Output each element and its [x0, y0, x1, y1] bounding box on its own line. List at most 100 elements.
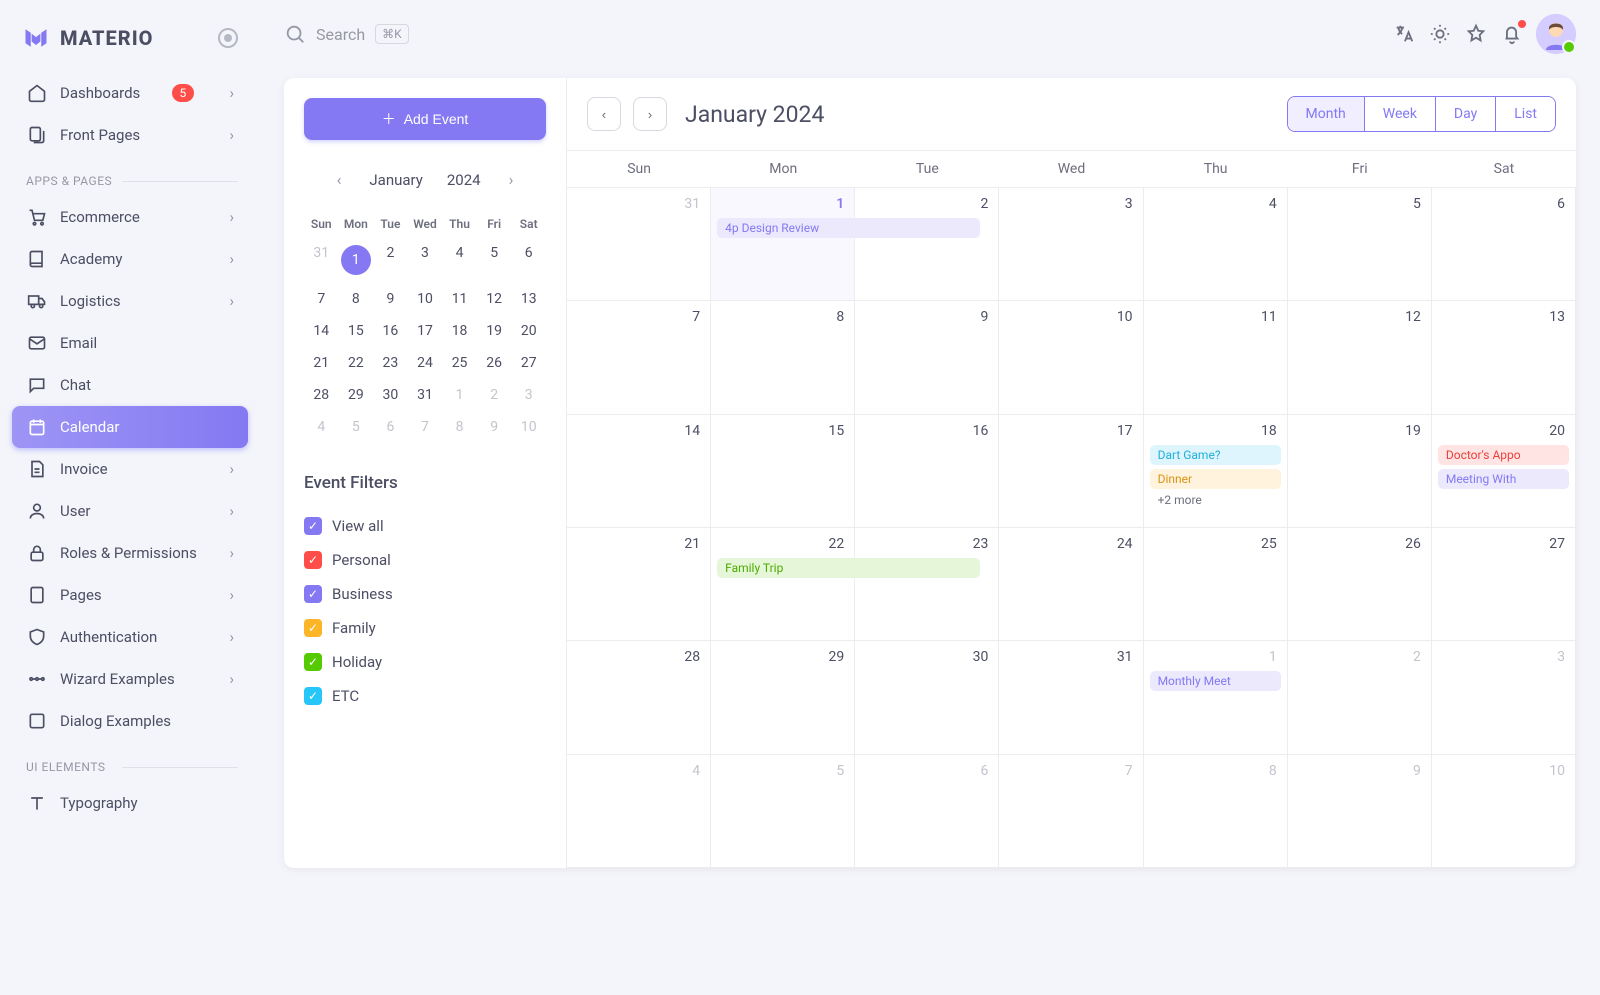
nav-typography[interactable]: Typography [12, 782, 248, 824]
calendar-cell[interactable]: 18Dart Game?Dinner+2 more [1144, 415, 1288, 528]
add-event-button[interactable]: ＋ Add Event [304, 98, 546, 140]
mini-day[interactable]: 24 [408, 347, 443, 379]
calendar-cell[interactable]: 13 [1432, 301, 1576, 414]
mini-year[interactable]: 2024 [447, 171, 481, 189]
nav-chat[interactable]: Chat [12, 364, 248, 406]
view-list[interactable]: List [1495, 97, 1555, 131]
mini-day[interactable]: 27 [511, 347, 546, 379]
brand-row[interactable]: MATERIO [12, 16, 248, 72]
mini-day[interactable]: 4 [304, 411, 339, 443]
calendar-cell[interactable]: 6 [1432, 188, 1576, 301]
calendar-cell[interactable]: 14 [567, 415, 711, 528]
mini-day[interactable]: 29 [339, 379, 374, 411]
view-day[interactable]: Day [1435, 97, 1495, 131]
filter-personal[interactable]: ✓Personal [304, 543, 546, 577]
mini-day[interactable]: 30 [373, 379, 408, 411]
nav-invoice[interactable]: Invoice › [12, 448, 248, 490]
calendar-cell[interactable]: 12 [1288, 301, 1432, 414]
nav-ecommerce[interactable]: Ecommerce › [12, 196, 248, 238]
mini-day[interactable]: 5 [477, 237, 512, 283]
bell-icon[interactable] [1500, 22, 1524, 46]
mini-day[interactable]: 10 [511, 411, 546, 443]
calendar-cell[interactable]: 25 [1144, 528, 1288, 641]
mini-day[interactable]: 2 [477, 379, 512, 411]
calendar-cell[interactable]: 3 [999, 188, 1143, 301]
calendar-cell[interactable]: 22Family Trip [711, 528, 855, 641]
calendar-cell[interactable]: 29 [711, 641, 855, 754]
mini-day[interactable]: 15 [339, 315, 374, 347]
star-icon[interactable] [1464, 22, 1488, 46]
filter-business[interactable]: ✓Business [304, 577, 546, 611]
calendar-cell[interactable]: 2 [1288, 641, 1432, 754]
theme-icon[interactable] [1428, 22, 1452, 46]
calendar-event[interactable]: Family Trip [717, 558, 980, 578]
prev-button[interactable]: ‹ [587, 97, 621, 131]
calendar-cell[interactable]: 26 [1288, 528, 1432, 641]
calendar-cell[interactable]: 5 [1288, 188, 1432, 301]
nav-wizard[interactable]: Wizard Examples › [12, 658, 248, 700]
calendar-cell[interactable]: 9 [1288, 755, 1432, 868]
mini-day[interactable]: 6 [511, 237, 546, 283]
mini-day[interactable]: 2 [373, 237, 408, 283]
nav-logistics[interactable]: Logistics › [12, 280, 248, 322]
nav-pages[interactable]: Pages › [12, 574, 248, 616]
calendar-cell[interactable]: 14p Design Review [711, 188, 855, 301]
mini-day[interactable]: 21 [304, 347, 339, 379]
language-icon[interactable] [1392, 22, 1416, 46]
mini-day[interactable]: 20 [511, 315, 546, 347]
calendar-cell[interactable]: 27 [1432, 528, 1576, 641]
calendar-cell[interactable]: 10 [999, 301, 1143, 414]
filter-view-all[interactable]: ✓View all [304, 509, 546, 543]
mini-day[interactable]: 9 [477, 411, 512, 443]
nav-dashboards[interactable]: Dashboards 5 › [12, 72, 248, 114]
mini-day[interactable]: 28 [304, 379, 339, 411]
calendar-event[interactable]: Doctor's Appo [1438, 445, 1569, 465]
mini-day[interactable]: 8 [339, 283, 374, 315]
mini-prev-icon[interactable]: ‹ [333, 166, 346, 193]
nav-user[interactable]: User › [12, 490, 248, 532]
calendar-cell[interactable]: 4 [567, 755, 711, 868]
mini-day[interactable]: 9 [373, 283, 408, 315]
calendar-cell[interactable]: 21 [567, 528, 711, 641]
calendar-event[interactable]: Dinner [1150, 469, 1281, 489]
mini-day[interactable]: 13 [511, 283, 546, 315]
mini-day[interactable]: 31 [408, 379, 443, 411]
mini-day[interactable]: 14 [304, 315, 339, 347]
calendar-cell[interactable]: 7 [999, 755, 1143, 868]
nav-email[interactable]: Email [12, 322, 248, 364]
calendar-cell[interactable]: 31 [999, 641, 1143, 754]
calendar-cell[interactable]: 11 [1144, 301, 1288, 414]
calendar-cell[interactable]: 5 [711, 755, 855, 868]
calendar-event[interactable]: 4p Design Review [717, 218, 980, 238]
calendar-cell[interactable]: 16 [855, 415, 999, 528]
calendar-cell[interactable]: 24 [999, 528, 1143, 641]
mini-day[interactable]: 5 [339, 411, 374, 443]
view-week[interactable]: Week [1364, 97, 1435, 131]
calendar-cell[interactable]: 23 [855, 528, 999, 641]
mini-day[interactable]: 7 [304, 283, 339, 315]
mini-next-icon[interactable]: › [505, 166, 518, 193]
mini-day[interactable]: 23 [373, 347, 408, 379]
mini-day[interactable]: 7 [408, 411, 443, 443]
mini-day[interactable]: 31 [304, 237, 339, 283]
filter-family[interactable]: ✓Family [304, 611, 546, 645]
search[interactable]: Search ⌘K [284, 23, 409, 45]
mini-day[interactable]: 8 [442, 411, 477, 443]
calendar-event[interactable]: Dart Game? [1150, 445, 1281, 465]
calendar-cell[interactable]: 15 [711, 415, 855, 528]
mini-day[interactable]: 18 [442, 315, 477, 347]
nav-front-pages[interactable]: Front Pages › [12, 114, 248, 156]
mini-month[interactable]: January [369, 171, 422, 189]
calendar-cell[interactable]: 17 [999, 415, 1143, 528]
calendar-cell[interactable]: 30 [855, 641, 999, 754]
calendar-cell[interactable]: 7 [567, 301, 711, 414]
calendar-cell[interactable]: 20Doctor's AppoMeeting With [1432, 415, 1576, 528]
filter-etc[interactable]: ✓ETC [304, 679, 546, 713]
calendar-cell[interactable]: 10 [1432, 755, 1576, 868]
calendar-cell[interactable]: 9 [855, 301, 999, 414]
mini-day[interactable]: 10 [408, 283, 443, 315]
view-month[interactable]: Month [1288, 97, 1364, 131]
mini-day[interactable]: 6 [373, 411, 408, 443]
calendar-cell[interactable]: 19 [1288, 415, 1432, 528]
mini-day[interactable]: 1 [339, 237, 374, 283]
